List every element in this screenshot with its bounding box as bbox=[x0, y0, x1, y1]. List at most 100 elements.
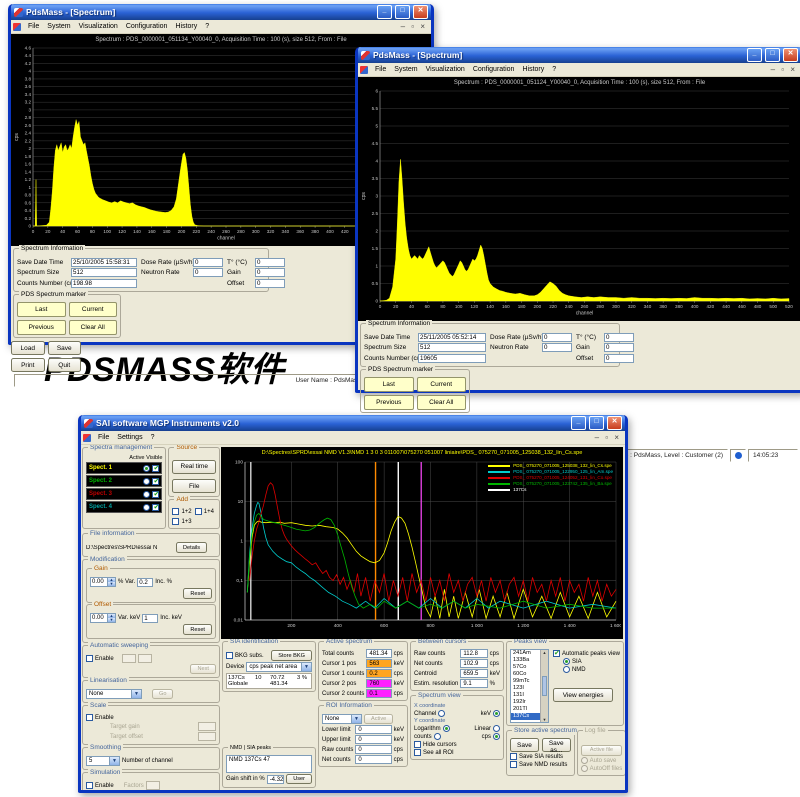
minimize-button[interactable]: _ bbox=[571, 416, 586, 430]
active-radio[interactable] bbox=[143, 491, 150, 498]
maximize-button[interactable]: □ bbox=[765, 48, 780, 62]
dose-rate-sv-h-field[interactable] bbox=[193, 258, 223, 267]
previous-button[interactable]: Previous bbox=[17, 320, 66, 335]
1-3-checkbox[interactable] bbox=[172, 518, 179, 525]
visible-checkbox[interactable] bbox=[152, 491, 159, 498]
menu-item[interactable]: ? bbox=[201, 22, 213, 31]
save-date-time-field[interactable] bbox=[71, 258, 137, 267]
menu-system[interactable]: System bbox=[390, 65, 421, 74]
current-button[interactable]: Current bbox=[417, 377, 467, 392]
automatic-peaks-view-checkbox[interactable] bbox=[553, 650, 560, 657]
device-select[interactable]: cps peak net area▼ bbox=[246, 662, 312, 672]
sweeping-enable-checkbox[interactable] bbox=[86, 655, 93, 662]
logarithm-radio[interactable] bbox=[443, 725, 450, 732]
mdi-child-controls[interactable]: – ▫ × bbox=[771, 65, 799, 74]
t-c-field[interactable] bbox=[255, 258, 285, 267]
menu-history[interactable]: History bbox=[518, 65, 548, 74]
save-button[interactable]: Save bbox=[48, 341, 82, 355]
menu-system[interactable]: System bbox=[43, 22, 74, 31]
menu-file[interactable]: File bbox=[24, 22, 43, 31]
kev-radio[interactable] bbox=[493, 710, 500, 717]
offset-reset-button[interactable]: Reset bbox=[183, 624, 212, 635]
active-radio[interactable] bbox=[143, 504, 150, 511]
menu-visualization[interactable]: Visualization bbox=[75, 22, 122, 31]
simulation-enable-checkbox[interactable] bbox=[86, 782, 93, 789]
save-sia-results-checkbox[interactable] bbox=[510, 753, 517, 760]
spectrum-row-1[interactable]: Spect. 1 bbox=[86, 462, 162, 474]
clear-all-button[interactable]: Clear All bbox=[69, 320, 118, 335]
visible-checkbox[interactable] bbox=[152, 504, 159, 511]
counts-number-c-s-field[interactable] bbox=[71, 279, 137, 288]
peaks-listbox[interactable]: 241Am133Ba57Co60Co99mTc123I131I192Ir201T… bbox=[510, 649, 549, 723]
details-button[interactable]: Details bbox=[176, 542, 207, 553]
see-all-roi-checkbox[interactable] bbox=[414, 749, 421, 756]
offset-field[interactable] bbox=[255, 279, 285, 288]
offset-field[interactable] bbox=[604, 354, 634, 363]
spectrum-row-3[interactable]: Spect. 3 bbox=[86, 488, 162, 500]
offset-inc-input[interactable] bbox=[142, 614, 158, 623]
dose-rate-sv-h-field[interactable] bbox=[542, 333, 572, 342]
menu-history[interactable]: History bbox=[171, 22, 201, 31]
visible-checkbox[interactable] bbox=[152, 465, 159, 472]
listbox-scrollbar[interactable]: ▲▼ bbox=[540, 650, 548, 722]
gain-field[interactable] bbox=[255, 268, 285, 277]
previous-button[interactable]: Previous bbox=[364, 395, 414, 410]
close-button[interactable]: ✕ bbox=[607, 416, 622, 430]
save-date-time-field[interactable] bbox=[418, 333, 486, 342]
t-c-field[interactable] bbox=[604, 333, 634, 342]
minimize-button[interactable]: _ bbox=[747, 48, 762, 62]
gain-spinner[interactable]: 0.00▲▼ bbox=[90, 577, 116, 587]
view-energies-button[interactable]: View energies bbox=[553, 688, 613, 702]
user-button[interactable]: User bbox=[286, 774, 312, 784]
file-button[interactable]: File bbox=[172, 479, 216, 493]
1-4-checkbox[interactable] bbox=[195, 508, 202, 515]
load-button[interactable]: Load bbox=[11, 341, 45, 355]
neutron-rate-field[interactable] bbox=[542, 343, 572, 352]
quit-button[interactable]: Quit bbox=[48, 358, 82, 372]
window1-titlebar[interactable]: PdsMass - [Spectrum] _ □ ✕ bbox=[11, 4, 431, 20]
menu-item[interactable]: ? bbox=[548, 65, 560, 74]
gain-reset-button[interactable]: Reset bbox=[183, 588, 212, 599]
mdi-child-controls[interactable]: – ▫ × bbox=[595, 433, 623, 442]
menu-visualization[interactable]: Visualization bbox=[422, 65, 469, 74]
spectrum-row-2[interactable]: Spect. 2 bbox=[86, 475, 162, 487]
print-button[interactable]: Print bbox=[11, 358, 45, 372]
hide-cursors-checkbox[interactable] bbox=[414, 741, 421, 748]
counts-radio[interactable] bbox=[434, 733, 441, 740]
gain-inc-input[interactable] bbox=[137, 578, 153, 587]
offset-spinner[interactable]: 0.00▲▼ bbox=[90, 613, 116, 623]
linear-radio[interactable] bbox=[493, 725, 500, 732]
cps-radio[interactable] bbox=[493, 733, 500, 740]
bkg-subs-checkbox[interactable] bbox=[226, 652, 233, 659]
last-button[interactable]: Last bbox=[364, 377, 414, 392]
store-bkg-button[interactable]: Store BKG bbox=[271, 650, 312, 661]
linearisation-select[interactable]: None▼ bbox=[86, 689, 142, 699]
maximize-button[interactable]: □ bbox=[395, 5, 410, 19]
spectrum-size-field[interactable] bbox=[71, 268, 137, 277]
maximize-button[interactable]: □ bbox=[589, 416, 604, 430]
menu-item[interactable]: ? bbox=[147, 433, 159, 442]
smoothing-select[interactable]: 5▼ bbox=[86, 756, 120, 766]
clear-all-button[interactable]: Clear All bbox=[417, 395, 467, 410]
channel-radio[interactable] bbox=[438, 710, 445, 717]
last-button[interactable]: Last bbox=[17, 302, 66, 317]
tab-nmd[interactable]: NMD bbox=[230, 745, 242, 751]
active-radio[interactable] bbox=[143, 478, 150, 485]
nmd-radio[interactable] bbox=[563, 666, 570, 673]
neutron-rate-field[interactable] bbox=[193, 268, 223, 277]
spectrum-row-4[interactable]: Spect. 4 bbox=[86, 501, 162, 513]
window3-titlebar[interactable]: SAI software MGP Instruments v2.0 _ □ ✕ bbox=[81, 415, 625, 431]
close-button[interactable]: ✕ bbox=[783, 48, 798, 62]
mdi-child-controls[interactable]: – ▫ × bbox=[401, 22, 429, 31]
window2-titlebar[interactable]: PdsMass - [Spectrum] _ □ ✕ bbox=[358, 47, 800, 63]
1-2-checkbox[interactable] bbox=[172, 508, 179, 515]
roi-select[interactable]: None▼ bbox=[322, 714, 362, 724]
active-radio[interactable] bbox=[143, 465, 150, 472]
menu-file[interactable]: File bbox=[94, 433, 113, 442]
gain-field[interactable] bbox=[604, 343, 634, 352]
close-button[interactable]: ✕ bbox=[413, 5, 428, 19]
counts-number-c-s-field[interactable] bbox=[418, 354, 486, 363]
menu-configuration[interactable]: Configuration bbox=[469, 65, 519, 74]
save-as-button[interactable]: Save as... bbox=[542, 738, 571, 752]
save-nmd-results-checkbox[interactable] bbox=[510, 761, 517, 768]
